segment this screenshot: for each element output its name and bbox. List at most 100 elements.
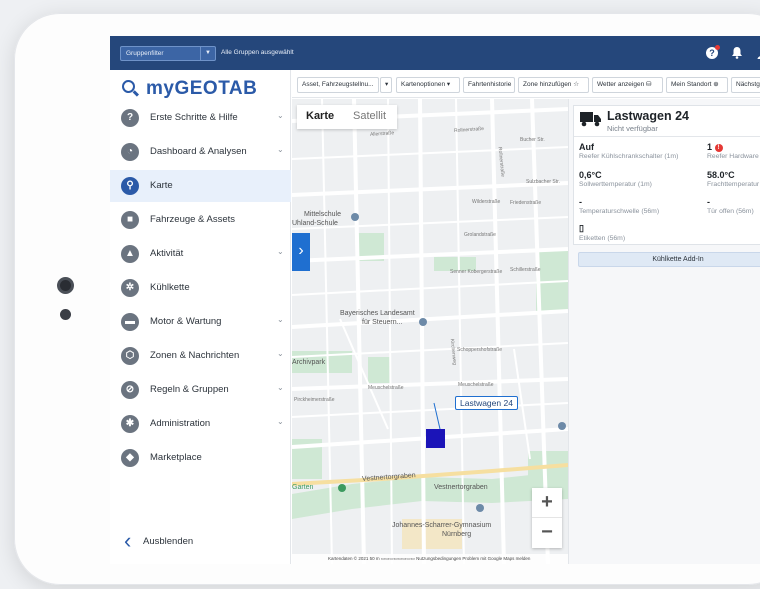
zones-icon: ⬡ bbox=[121, 347, 139, 365]
map-street-label: Meuschelstraße bbox=[368, 385, 404, 391]
user-icon[interactable] bbox=[756, 46, 760, 60]
trip-history-button[interactable]: Fahrtenhistorie bbox=[463, 77, 515, 93]
vehicle-map-label[interactable]: Lastwagen 24 bbox=[455, 396, 518, 410]
snowflake-icon: ✲ bbox=[121, 279, 139, 297]
map-poi-label: Nürnberg bbox=[442, 531, 472, 538]
map-street-label: Schoppershofstraße bbox=[457, 347, 503, 353]
map-poi-label: Mittelschule bbox=[304, 211, 341, 218]
sidebar-item-label: Administration bbox=[150, 418, 211, 429]
map-poi-label: Uhland-Schule bbox=[292, 220, 338, 227]
stat-label: Reefer Hardware bbox=[707, 153, 759, 160]
sidebar-item-engine[interactable]: ▬ Motor & Wartung ⌄ bbox=[110, 306, 291, 338]
my-location-button[interactable]: Mein Standort ⊕ bbox=[666, 77, 728, 93]
chevron-down-icon: ⌄ bbox=[277, 315, 284, 324]
map-road bbox=[292, 247, 568, 263]
sidebar-item-label: Dashboard & Analysen bbox=[150, 146, 247, 157]
map-attribution: Kartendaten © 2021 50 m ▭▭▭▭▭▭▭▭ Nutzung… bbox=[292, 554, 568, 564]
bell-icon[interactable] bbox=[730, 46, 744, 60]
map-street-label: Schillerstraße bbox=[510, 267, 541, 273]
expand-panel-button[interactable]: › bbox=[292, 233, 310, 271]
sidebar-item-vehicles[interactable]: ■ Fahrzeuge & Assets bbox=[110, 204, 291, 236]
chevron-down-icon: ⌄ bbox=[277, 145, 284, 154]
tab-satellite[interactable]: Satellit bbox=[353, 110, 386, 122]
hide-sidebar-label: Ausblenden bbox=[143, 536, 194, 547]
stat-value: Auf bbox=[579, 142, 594, 152]
map-road bbox=[292, 377, 568, 391]
sidebar-item-label: Erste Schritte & Hilfe bbox=[150, 112, 238, 123]
mygeotab-logo[interactable]: myGEOTAB bbox=[146, 78, 257, 100]
map-road bbox=[292, 342, 568, 358]
park-area bbox=[292, 471, 568, 519]
vehicle-marker[interactable] bbox=[426, 429, 445, 448]
sidebar-item-zones[interactable]: ⬡ Zonen & Nachrichten ⌄ bbox=[110, 340, 291, 372]
add-zone-button[interactable]: Zone hinzufügen ☆ bbox=[518, 77, 589, 93]
stat-label: Frachttemperatur bbox=[707, 181, 760, 188]
map-street-label: Sulzbacher Str. bbox=[526, 179, 560, 185]
garden-pin-icon bbox=[338, 484, 346, 492]
map-road bbox=[292, 309, 568, 329]
truck-icon bbox=[580, 112, 601, 127]
map-street-label: Pirckheimerstraße bbox=[294, 397, 335, 403]
map-poi-label: Johannes-Scharrer-Gymnasium bbox=[392, 522, 492, 529]
group-filter-label: Gruppenfilter bbox=[126, 50, 164, 57]
coldchain-addin-button[interactable]: Kühlkette Add-In bbox=[578, 252, 760, 267]
hide-sidebar-button[interactable]: ‹ Ausblenden bbox=[122, 530, 232, 554]
map-poi-label: für Steuern... bbox=[362, 319, 403, 326]
group-filter-value: Alle Gruppen ausgewählt bbox=[221, 49, 294, 56]
map-poi-label: Archivpark bbox=[292, 359, 326, 366]
gymnasium-pin-icon bbox=[476, 504, 484, 512]
map-street-label: Friedenstraße bbox=[510, 200, 542, 206]
alert-badge-icon: ! bbox=[714, 144, 723, 152]
show-weather-button[interactable]: Wetter anzeigen ⛁ bbox=[592, 77, 663, 93]
sidebar-item-dashboard[interactable]: ◔ Dashboard & Analysen ⌄ bbox=[110, 136, 291, 168]
activity-chart-icon: ▲ bbox=[121, 245, 139, 263]
stat-door-open: - Tür offen (56m) bbox=[707, 197, 754, 215]
map-options-button[interactable]: Kartenoptionen ▾ bbox=[396, 77, 460, 93]
sidebar-item-activity[interactable]: ▲ Aktivität ⌄ bbox=[110, 238, 291, 270]
pie-chart-icon: ◔ bbox=[121, 143, 139, 161]
stat-reefer-hardware: 1 ! Reefer Hardware bbox=[707, 142, 759, 160]
sidebar-item-marketplace[interactable]: ◆ Marketplace bbox=[110, 442, 291, 474]
sidebar-item-help[interactable]: ? Erste Schritte & Hilfe ⌄ bbox=[110, 102, 291, 134]
search-icon[interactable] bbox=[122, 80, 135, 93]
map-road bbox=[292, 402, 568, 418]
asset-search-input[interactable]: Asset, Fahrzeugstellnu... bbox=[297, 77, 379, 93]
sidebar-item-label: Motor & Wartung bbox=[150, 316, 222, 327]
map-roads bbox=[292, 99, 568, 564]
zoom-in-button[interactable]: + bbox=[532, 488, 562, 518]
zoom-out-button[interactable]: − bbox=[532, 518, 562, 548]
sidebar-item-label: Kühlkette bbox=[150, 282, 190, 293]
sidebar-item-label: Regeln & Gruppen bbox=[150, 384, 229, 395]
map-type-tabs: Karte Satellit bbox=[297, 105, 397, 129]
zoom-controls: + − bbox=[532, 488, 562, 548]
help-circle-icon: ? bbox=[121, 109, 139, 127]
landmark-pin-icon bbox=[419, 318, 427, 326]
chevron-down-icon: ⌄ bbox=[277, 111, 284, 120]
sidebar-item-map[interactable]: ⚲ Karte bbox=[110, 170, 291, 202]
vehicle-name: Lastwagen 24 bbox=[607, 109, 689, 123]
group-filter-dropdown[interactable]: Gruppenfilter ▼ bbox=[120, 46, 216, 61]
map-view[interactable]: Allerstraße Rollnerstraße Mittelschule U… bbox=[292, 99, 568, 564]
stat-value: 0,6°C bbox=[579, 170, 602, 180]
stat-temp-threshold: - Temperaturschwelle (56m) bbox=[579, 197, 659, 215]
vehicle-panel: Lastwagen 24 Nicht verfügbar Auf Reefer … bbox=[568, 99, 760, 564]
sidebar-item-label: Karte bbox=[150, 180, 173, 191]
stat-label: Tür offen (56m) bbox=[707, 208, 754, 215]
stat-value: ▯ bbox=[579, 223, 584, 233]
map-road bbox=[292, 280, 568, 296]
nearest-button[interactable]: Nächstgelegene bbox=[731, 77, 760, 93]
sidebar-item-rules[interactable]: ⊘ Regeln & Gruppen ⌄ bbox=[110, 374, 291, 406]
label-pointer-line bbox=[433, 402, 441, 430]
app-screen: Gruppenfilter ▼ Alle Gruppen ausgewählt … bbox=[110, 36, 760, 564]
tab-map[interactable]: Karte bbox=[306, 110, 334, 122]
place-pin-icon bbox=[558, 422, 566, 430]
map-road bbox=[292, 146, 568, 160]
stat-label: Temperaturschwelle (56m) bbox=[579, 208, 660, 215]
map-toolbar: Asset, Fahrzeugstellnu... ▾ Kartenoption… bbox=[292, 70, 760, 98]
sidebar-item-coldchain[interactable]: ✲ Kühlkette bbox=[110, 272, 291, 304]
asset-search-dropdown-button[interactable]: ▾ bbox=[380, 77, 392, 93]
sidebar-item-administration[interactable]: ✱ Administration ⌄ bbox=[110, 408, 291, 440]
truck-icon: ■ bbox=[121, 211, 139, 229]
stat-value: - bbox=[707, 197, 710, 207]
stat-setpoint-temp: 0,6°C Sollwerttemperatur (1m) bbox=[579, 170, 652, 188]
